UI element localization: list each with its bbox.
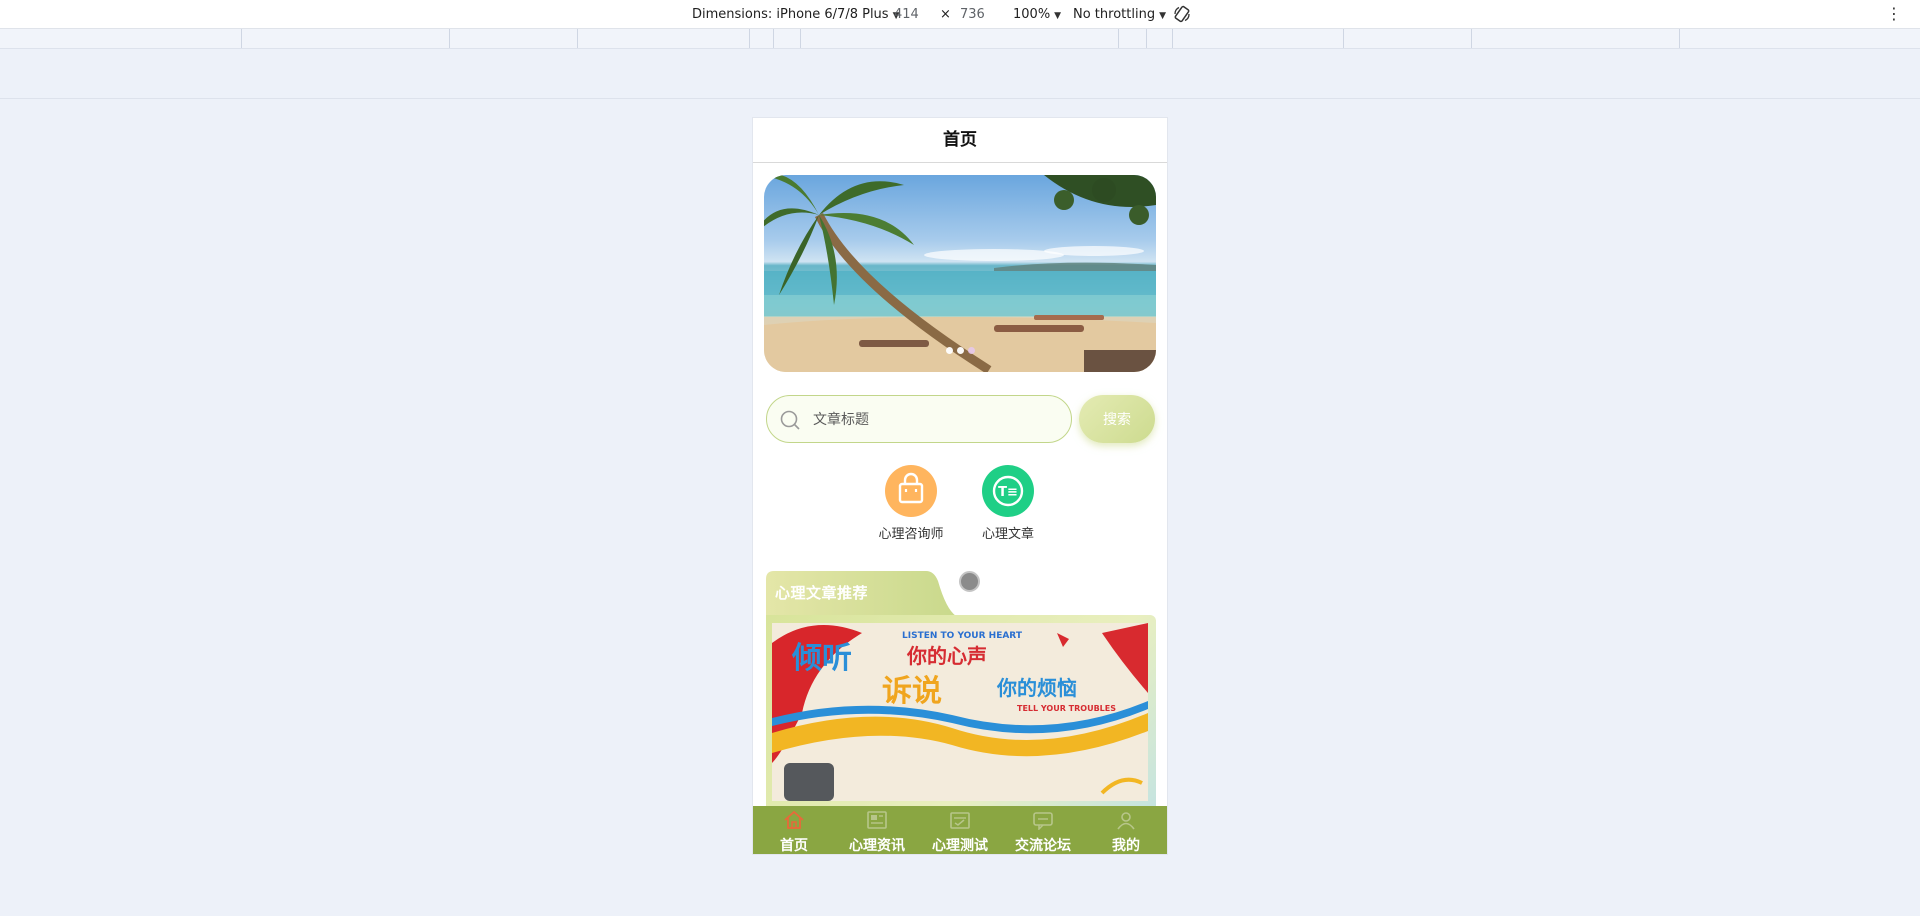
tab-home[interactable]: 首页 <box>753 806 835 854</box>
ruler-tick <box>1118 29 1119 48</box>
search-button[interactable]: 搜索 <box>1079 395 1155 443</box>
search-icon <box>780 410 800 430</box>
floating-dot[interactable] <box>959 571 980 592</box>
section-title: 心理文章推荐 <box>775 584 869 602</box>
tab-mine[interactable]: 我的 <box>1085 806 1167 854</box>
entry-articles[interactable]: T≡ 心理文章 <box>963 465 1053 542</box>
height-input[interactable]: 736 <box>960 7 985 22</box>
rotate-icon[interactable] <box>1173 5 1191 23</box>
ruler-tick <box>241 29 242 48</box>
svg-text:T≡: T≡ <box>998 485 1018 500</box>
chevron-down-icon: ▼ <box>1054 11 1062 21</box>
user-icon <box>1117 812 1135 830</box>
forum-icon <box>1033 812 1053 830</box>
article-icon: T≡ <box>982 465 1034 517</box>
image-text-main2: 你的心声 <box>906 644 987 668</box>
banner-carousel[interactable] <box>764 175 1156 372</box>
image-text-main1: 倾听 <box>791 641 852 676</box>
tab-test[interactable]: 心理测试 <box>919 806 1001 854</box>
tab-label: 我的 <box>1112 838 1140 854</box>
tab-label: 首页 <box>780 838 808 854</box>
times-sign: × <box>940 7 951 22</box>
bottom-tab-bar: 首页 心理资讯 心理测试 交流论坛 我的 <box>753 806 1167 854</box>
zoom-select[interactable]: 100% ▼ <box>1013 7 1061 22</box>
throttling-select[interactable]: No throttling ▼ <box>1073 7 1166 22</box>
ruler-tick <box>1146 29 1147 48</box>
width-input[interactable]: 414 <box>894 7 919 22</box>
entry-label: 心理文章 <box>981 527 1034 542</box>
ruler-tick <box>449 29 450 48</box>
banner-image <box>764 175 1156 372</box>
chevron-down-icon: ▼ <box>1159 11 1166 21</box>
entry-label: 心理咨询师 <box>878 527 944 542</box>
image-text-top: LISTEN TO YOUR HEART <box>902 631 1023 641</box>
image-text-bottom: TELL YOUR TROUBLES <box>1017 704 1116 713</box>
home-icon <box>784 810 804 829</box>
more-options-icon[interactable]: ⋮ <box>1886 4 1902 23</box>
media-query-ruler <box>0 29 1920 49</box>
tab-forum[interactable]: 交流论坛 <box>1002 806 1084 854</box>
test-icon <box>950 812 970 829</box>
carousel-dot[interactable] <box>945 347 953 354</box>
ruler-tick <box>1172 29 1173 48</box>
phone-viewport: 首页 文章标题 搜索 心理咨询师 T≡ 心理文章 心理文章推荐 LISTEN T… <box>753 118 1167 854</box>
recommendation-image: LISTEN TO YOUR HEART 倾听 你的心声 诉说 你的烦恼 TEL… <box>772 623 1148 801</box>
ruler-tick <box>773 29 774 48</box>
ruler-band <box>0 49 1920 99</box>
device-label: Dimensions: iPhone 6/7/8 Plus <box>692 7 889 22</box>
entry-counselor[interactable]: 心理咨询师 <box>866 465 956 542</box>
tab-label: 交流论坛 <box>1015 838 1071 854</box>
news-icon <box>867 811 887 829</box>
ruler-tick <box>1471 29 1472 48</box>
tab-label: 心理测试 <box>932 838 988 854</box>
ruler-tick <box>1679 29 1680 48</box>
ruler-tick <box>577 29 578 48</box>
carousel-dot[interactable] <box>967 347 975 354</box>
ruler-tick <box>749 29 750 48</box>
throttling-label: No throttling <box>1073 7 1156 22</box>
ruler-tick <box>1343 29 1344 48</box>
search-input[interactable] <box>811 396 1065 443</box>
image-text-main3: 诉说 <box>882 674 942 709</box>
tab-label: 心理资讯 <box>849 838 905 854</box>
device-select[interactable]: Dimensions: iPhone 6/7/8 Plus ▼ <box>692 7 900 22</box>
carousel-dot[interactable] <box>956 347 964 354</box>
shopping-bag-icon <box>885 465 937 517</box>
devtools-device-toolbar: Dimensions: iPhone 6/7/8 Plus ▼ 414 × 736… <box>0 0 1920 29</box>
page-title: 首页 <box>753 118 1167 163</box>
search-box <box>766 395 1072 443</box>
ruler-tick <box>800 29 801 48</box>
image-text-main4: 你的烦恼 <box>996 676 1077 700</box>
tab-news[interactable]: 心理资讯 <box>836 806 918 854</box>
carousel-indicator <box>764 347 1156 354</box>
zoom-label: 100% <box>1013 7 1051 22</box>
